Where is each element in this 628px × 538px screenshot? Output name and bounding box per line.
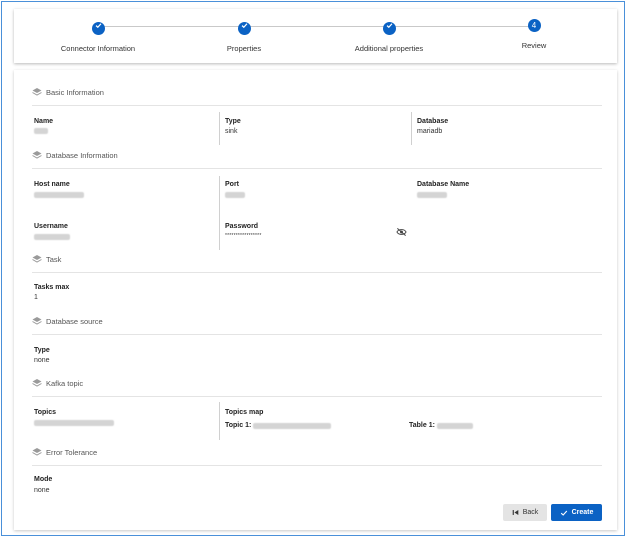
database-name-value-redacted xyxy=(417,192,447,198)
eye-off-icon[interactable] xyxy=(396,227,407,237)
step-label: Additional properties xyxy=(354,44,424,53)
section-title: Database Information xyxy=(46,151,118,160)
divider xyxy=(411,112,412,145)
layers-icon xyxy=(32,317,42,325)
tasks-max-value: 1 xyxy=(34,294,38,301)
type-label: Type xyxy=(225,118,241,125)
step-properties[interactable]: Properties xyxy=(164,19,324,53)
topics-label: Topics xyxy=(34,409,57,416)
section-database-source: Database source xyxy=(32,316,602,335)
divider xyxy=(219,112,220,145)
port-value-redacted xyxy=(225,192,245,198)
section-task: Task xyxy=(32,254,602,273)
stepper: Connector Information Properties Additio… xyxy=(14,9,617,63)
tasks-max-label: Tasks max xyxy=(34,284,70,291)
table-1-label: Table 1: xyxy=(409,422,435,429)
step-additional-properties[interactable]: Additional properties xyxy=(309,19,469,53)
password-label: Password xyxy=(225,223,259,230)
source-type-label: Type xyxy=(34,347,50,354)
check-icon xyxy=(382,22,396,35)
skip-previous-icon xyxy=(512,510,519,515)
section-title: Task xyxy=(46,255,62,264)
step-number: 4 xyxy=(527,19,541,32)
layers-icon xyxy=(32,448,42,456)
check-icon xyxy=(237,22,251,35)
create-button[interactable]: Create xyxy=(551,504,602,521)
name-label: Name xyxy=(34,118,54,125)
step-label: Review xyxy=(521,41,547,50)
step-label: Properties xyxy=(226,44,262,53)
password-value: ***************** xyxy=(225,233,262,239)
layers-icon xyxy=(32,255,42,263)
username-label: Username xyxy=(34,223,68,230)
divider xyxy=(219,402,220,440)
layers-icon xyxy=(32,379,42,387)
section-title: Basic Information xyxy=(46,88,104,97)
section-database-information: Database Information xyxy=(32,150,602,169)
topic-1-label: Topic 1: xyxy=(225,422,252,429)
database-name-label: Database Name xyxy=(417,181,470,188)
topics-value-redacted xyxy=(34,420,114,426)
create-button-label: Create xyxy=(571,509,594,516)
mode-label: Mode xyxy=(34,476,53,483)
section-title: Database source xyxy=(46,317,103,326)
review-panel: Basic Information Name Type sink Databas… xyxy=(14,70,617,530)
host-name-value-redacted xyxy=(34,192,84,198)
source-type-value: none xyxy=(34,357,50,364)
username-value-redacted xyxy=(34,234,70,240)
back-button-label: Back xyxy=(522,509,539,516)
database-value: mariadb xyxy=(417,128,443,135)
name-value-redacted xyxy=(34,128,48,134)
host-name-label: Host name xyxy=(34,181,70,188)
app-frame: Connector Information Properties Additio… xyxy=(1,1,625,536)
section-error-tolerance: Error Tolerance xyxy=(32,447,602,466)
divider xyxy=(219,176,220,250)
port-label: Port xyxy=(225,181,239,188)
topics-map-label: Topics map xyxy=(225,409,264,416)
topic-1-value-redacted xyxy=(253,423,331,429)
step-review[interactable]: 4 Review xyxy=(454,19,614,50)
step-connector-information[interactable]: Connector Information xyxy=(18,19,178,53)
layers-icon xyxy=(32,151,42,159)
section-kafka-topic: Kafka topic xyxy=(32,378,602,397)
section-title: Kafka topic xyxy=(46,379,84,388)
section-title: Error Tolerance xyxy=(46,448,98,457)
table-1-value-redacted xyxy=(437,423,473,429)
check-icon xyxy=(560,510,567,516)
section-basic-information: Basic Information xyxy=(32,87,602,106)
layers-icon xyxy=(32,88,42,96)
database-label: Database xyxy=(417,118,449,125)
back-button[interactable]: Back xyxy=(503,504,547,521)
check-icon xyxy=(91,22,105,35)
mode-value: none xyxy=(34,487,50,494)
step-label: Connector Information xyxy=(60,44,136,53)
type-value: sink xyxy=(225,128,238,135)
